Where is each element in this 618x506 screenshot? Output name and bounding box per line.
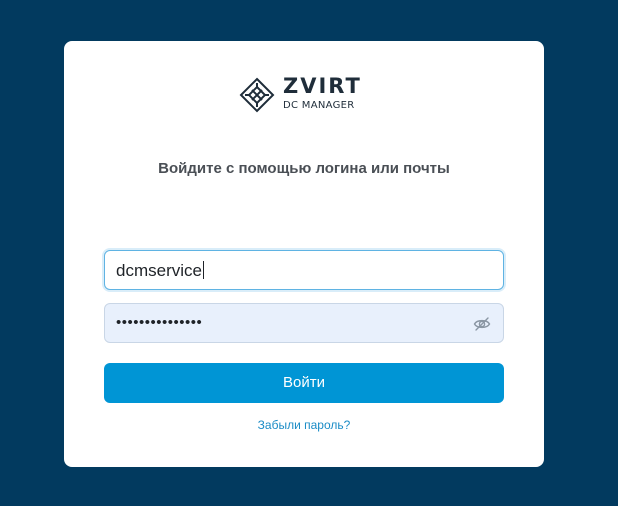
login-input-value: dcmservice	[116, 261, 204, 280]
logo: ZVIRT DC MANAGER	[239, 74, 371, 113]
login-card: ZVIRT DC MANAGER Войдите с помощью логин…	[64, 41, 544, 467]
login-button[interactable]: Войти	[104, 363, 504, 403]
eye-slash-icon[interactable]	[473, 315, 491, 333]
password-input-value: •••••••••••••••	[116, 314, 203, 331]
password-input[interactable]: •••••••••••••••	[104, 303, 504, 343]
logo-subtitle: DC MANAGER	[283, 100, 355, 111]
forgot-password-link[interactable]: Забыли пароль?	[64, 418, 544, 432]
text-cursor	[202, 261, 204, 279]
logo-icon	[239, 77, 275, 113]
page-title: Войдите с помощью логина или почты	[158, 160, 450, 177]
logo-brand: ZVIRT	[283, 74, 362, 98]
login-input[interactable]: dcmservice	[104, 250, 504, 290]
